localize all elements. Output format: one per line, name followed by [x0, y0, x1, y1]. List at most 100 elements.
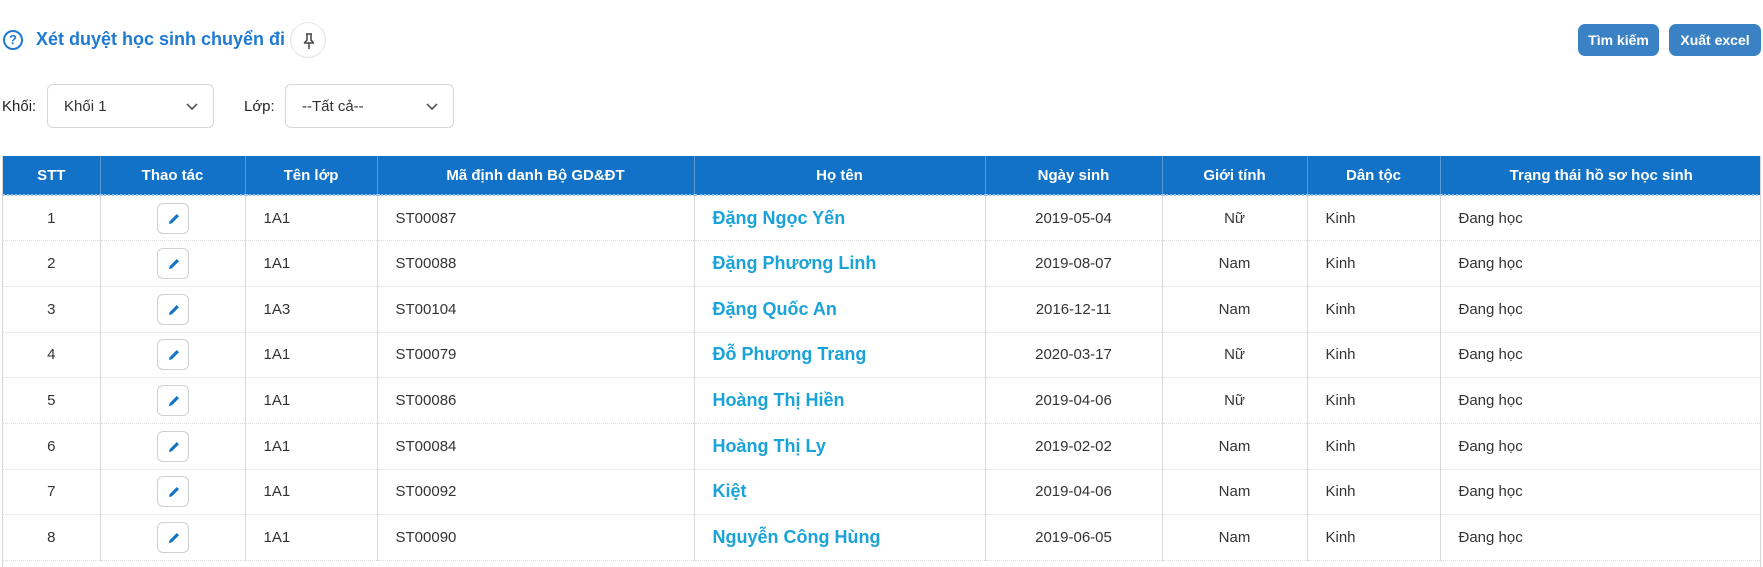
- cell-code: ST00092: [377, 469, 695, 516]
- cell-gender: Nam: [1162, 240, 1308, 287]
- search-button[interactable]: Tìm kiếm: [1578, 24, 1659, 56]
- cell-class: 1A1: [245, 195, 378, 242]
- cell-code: ST00084: [377, 423, 695, 470]
- cell-stt: 2: [3, 240, 101, 287]
- student-name-link[interactable]: Đặng Ngọc Yến: [694, 195, 986, 242]
- cell-ethnicity: Kinh: [1307, 469, 1441, 516]
- cell-stt: 1: [3, 195, 101, 242]
- cell-dob: 2019-08-07: [985, 240, 1163, 287]
- student-name-link[interactable]: Đặng Quốc An: [694, 286, 986, 333]
- pencil-icon: [168, 487, 179, 498]
- cell-code: ST00087: [377, 195, 695, 242]
- edit-button[interactable]: [156, 202, 189, 234]
- cell-status: Đang học: [1440, 240, 1760, 287]
- class-select[interactable]: --Tất cả--: [285, 84, 454, 128]
- cell-gender: Nữ: [1162, 377, 1308, 424]
- cell-dob: 2016-12-11: [985, 286, 1163, 333]
- column-header-actions[interactable]: Thao tác: [100, 156, 246, 196]
- chevron-down-icon: [426, 103, 438, 111]
- table-row: 4 1A1 ST00079 Đỗ Phương Trang 2020-03-17…: [3, 332, 1760, 379]
- students-table: STT Thao tác Tên lớp Mã định danh Bộ GD&…: [3, 156, 1760, 561]
- student-name-link[interactable]: Nguyễn Công Hùng: [694, 514, 986, 561]
- cell-status: Đang học: [1440, 377, 1760, 424]
- cell-gender: Nam: [1162, 469, 1308, 516]
- table-row: 5 1A1 ST00086 Hoàng Thị Hiền 2019-04-06 …: [3, 377, 1760, 424]
- pencil-icon: [168, 350, 179, 361]
- cell-actions: [100, 286, 246, 333]
- class-select-value: --Tất cả--: [302, 98, 364, 115]
- edit-button[interactable]: [156, 248, 189, 280]
- cell-actions: [100, 240, 246, 287]
- cell-ethnicity: Kinh: [1307, 195, 1441, 242]
- pencil-icon: [168, 396, 179, 407]
- cell-class: 1A1: [245, 469, 378, 516]
- table-header-row: STT Thao tác Tên lớp Mã định danh Bộ GD&…: [3, 156, 1760, 196]
- grade-select[interactable]: Khối 1: [47, 84, 214, 128]
- table-row: 3 1A3 ST00104 Đặng Quốc An 2016-12-11 Na…: [3, 286, 1760, 333]
- column-header-name[interactable]: Họ tên: [694, 156, 986, 196]
- edit-button[interactable]: [156, 430, 189, 462]
- chevron-down-icon: [186, 103, 198, 111]
- column-header-status[interactable]: Trạng thái hồ sơ học sinh: [1440, 156, 1760, 196]
- pin-button[interactable]: [290, 22, 326, 58]
- cell-ethnicity: Kinh: [1307, 514, 1441, 561]
- pencil-icon: [168, 213, 179, 224]
- column-header-dob[interactable]: Ngày sinh: [985, 156, 1163, 196]
- pencil-icon: [168, 441, 179, 452]
- edit-button[interactable]: [156, 293, 189, 325]
- cell-actions: [100, 195, 246, 242]
- export-excel-button[interactable]: Xuất excel: [1669, 24, 1761, 56]
- cell-code: ST00086: [377, 377, 695, 424]
- students-table-container: STT Thao tác Tên lớp Mã định danh Bộ GD&…: [2, 156, 1761, 567]
- table-row: 8 1A1 ST00090 Nguyễn Công Hùng 2019-06-0…: [3, 514, 1760, 561]
- edit-button[interactable]: [156, 476, 189, 508]
- table-row: 2 1A1 ST00088 Đặng Phương Linh 2019-08-0…: [3, 240, 1760, 287]
- cell-dob: 2019-04-06: [985, 469, 1163, 516]
- student-name-link[interactable]: Kiệt: [694, 469, 986, 516]
- table-row: 7 1A1 ST00092 Kiệt 2019-04-06 Nam Kinh Đ…: [3, 469, 1760, 516]
- student-name-link[interactable]: Đặng Phương Linh: [694, 240, 986, 287]
- cell-dob: 2019-06-05: [985, 514, 1163, 561]
- cell-class: 1A1: [245, 514, 378, 561]
- cell-ethnicity: Kinh: [1307, 377, 1441, 424]
- student-name-link[interactable]: Hoàng Thị Hiền: [694, 377, 986, 424]
- table-row: 6 1A1 ST00084 Hoàng Thị Ly 2019-02-02 Na…: [3, 423, 1760, 470]
- page-header: ? Xét duyệt học sinh chuyển đi Tìm kiếm …: [0, 0, 1763, 80]
- cell-gender: Nam: [1162, 514, 1308, 561]
- column-header-class[interactable]: Tên lớp: [245, 156, 378, 196]
- cell-dob: 2019-02-02: [985, 423, 1163, 470]
- cell-ethnicity: Kinh: [1307, 240, 1441, 287]
- grade-label: Khối:: [2, 98, 37, 115]
- column-header-ethnicity[interactable]: Dân tộc: [1307, 156, 1441, 196]
- cell-status: Đang học: [1440, 423, 1760, 470]
- cell-status: Đang học: [1440, 469, 1760, 516]
- cell-code: ST00090: [377, 514, 695, 561]
- column-header-code[interactable]: Mã định danh Bộ GD&ĐT: [377, 156, 695, 196]
- cell-actions: [100, 514, 246, 561]
- column-header-stt[interactable]: STT: [3, 156, 101, 196]
- edit-button[interactable]: [156, 522, 189, 554]
- cell-ethnicity: Kinh: [1307, 423, 1441, 470]
- pencil-icon: [168, 533, 179, 544]
- pencil-icon: [168, 304, 179, 315]
- cell-actions: [100, 423, 246, 470]
- student-name-link[interactable]: Đỗ Phương Trang: [694, 332, 986, 379]
- cell-class: 1A1: [245, 240, 378, 287]
- cell-status: Đang học: [1440, 514, 1760, 561]
- cell-stt: 3: [3, 286, 101, 333]
- cell-class: 1A1: [245, 423, 378, 470]
- column-header-gender[interactable]: Giới tính: [1162, 156, 1308, 196]
- cell-class: 1A3: [245, 286, 378, 333]
- edit-button[interactable]: [156, 339, 189, 371]
- edit-button[interactable]: [156, 385, 189, 417]
- cell-stt: 4: [3, 332, 101, 379]
- cell-dob: 2019-05-04: [985, 195, 1163, 242]
- cell-stt: 5: [3, 377, 101, 424]
- question-circle-icon[interactable]: ?: [3, 30, 23, 50]
- student-name-link[interactable]: Hoàng Thị Ly: [694, 423, 986, 470]
- cell-code: ST00079: [377, 332, 695, 379]
- cell-actions: [100, 469, 246, 516]
- cell-ethnicity: Kinh: [1307, 286, 1441, 333]
- pin-icon: [303, 33, 315, 49]
- filter-bar: Khối: Khối 1 Lớp: --Tất cả--: [0, 84, 1763, 130]
